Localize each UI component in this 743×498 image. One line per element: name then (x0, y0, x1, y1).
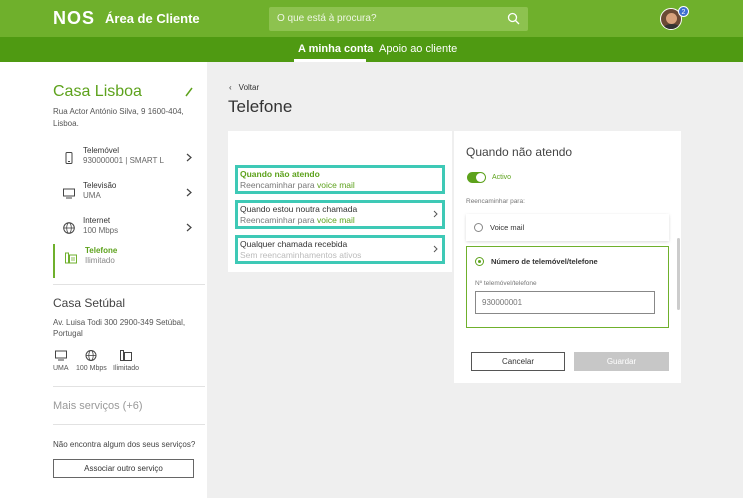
mini-service-label: 100 Mbps (76, 365, 107, 372)
service-detail: Ilimitado (85, 256, 115, 265)
edit-icon[interactable] (185, 87, 193, 97)
option-sub-link: voice mail (317, 215, 355, 225)
option-any-call[interactable]: Qualquer chamada recebida Sem reencaminh… (235, 235, 445, 264)
forwarding-options-panel: Quando não atendo Reencaminhar para voic… (228, 131, 452, 272)
cancel-button[interactable]: Cancelar (471, 352, 565, 371)
logo[interactable]: NOS Área de Cliente (53, 8, 200, 29)
mini-service-internet[interactable]: 100 Mbps (76, 350, 107, 372)
home-address: Rua Actor António Silva, 9 1600-404, Lis… (53, 107, 184, 128)
home-name: Casa Lisboa (53, 83, 142, 100)
divider (53, 424, 205, 425)
chevron-right-icon (433, 245, 438, 253)
mini-service-tv[interactable]: UMA (53, 350, 69, 372)
avatar-face (666, 13, 677, 24)
service-name: Telefone (85, 246, 118, 255)
radio-button[interactable] (474, 223, 483, 232)
option-title: Quando não atendo (240, 169, 320, 179)
option-sub-prefix: Reencaminhar para (240, 215, 318, 225)
toggle-label: Activo (492, 174, 512, 181)
top-bar: NOS Área de Cliente O que está à procura… (0, 0, 743, 37)
option-no-answer[interactable]: Quando não atendo Reencaminhar para voic… (235, 165, 445, 194)
option-sub-link: voice mail (317, 180, 355, 190)
avatar-body (663, 24, 681, 29)
not-found-text: Não encontra algum dos seus serviços? (53, 440, 196, 449)
search-placeholder: O que está à procura? (277, 13, 377, 24)
search-icon[interactable] (507, 12, 520, 25)
service-detail: 100 Mbps (83, 226, 119, 235)
divider (53, 386, 205, 387)
sidebar: Casa Lisboa Rua Actor António Silva, 9 1… (0, 62, 207, 498)
home2-address: Av. Luisa Todi 300 2900-349 Setúbal, Por… (53, 318, 186, 338)
chevron-right-icon (433, 210, 438, 218)
chevron-right-icon (186, 153, 192, 162)
radio-label: Número de telemóvel/telefone (491, 257, 598, 266)
active-tab-indicator (294, 59, 366, 62)
redirect-label: Reencaminhar para: (466, 198, 525, 205)
chevron-left-icon: ‹ (229, 83, 232, 92)
tab-support[interactable]: Apoio ao cliente (379, 43, 457, 55)
service-name: Telemóvel (83, 146, 120, 155)
globe-icon (85, 350, 97, 361)
service-landline[interactable]: Telefone Ilimitado (53, 244, 200, 278)
chevron-right-icon (186, 188, 192, 197)
service-tv[interactable]: Televisão UMA (53, 179, 200, 213)
mini-service-landline[interactable]: Ilimitado (113, 350, 139, 372)
chevron-right-icon (186, 223, 192, 232)
divider (53, 284, 205, 285)
radio-option-voicemail[interactable]: Voice mail (466, 214, 669, 241)
phone-number-input[interactable] (475, 291, 655, 314)
nos-logo: NOS (53, 8, 96, 28)
landline-icon (120, 350, 133, 361)
app-title: Área de Cliente (105, 11, 200, 26)
service-mobile[interactable]: Telemóvel 930000001 | SMART L (53, 144, 200, 178)
option-title: Quando estou noutra chamada (240, 204, 358, 214)
radio-button-selected[interactable] (475, 257, 484, 266)
service-name: Televisão (83, 181, 117, 190)
notification-badge[interactable]: 2 (678, 6, 689, 17)
tv-icon (54, 350, 67, 361)
option-busy[interactable]: Quando estou noutra chamada Reencaminhar… (235, 200, 445, 229)
option-subtitle: Reencaminhar para voice mail (240, 215, 355, 225)
landline-icon (65, 252, 77, 264)
tv-icon (63, 188, 75, 199)
page-title: Telefone (228, 97, 293, 116)
service-name: Internet (83, 216, 111, 225)
option-subtitle: Sem reencaminhamentos ativos (240, 250, 362, 260)
toggle-knob (476, 173, 485, 182)
search-input[interactable]: O que está à procura? (269, 7, 528, 31)
mini-service-label: Ilimitado (113, 365, 140, 372)
back-link[interactable]: ‹ Voltar (229, 83, 259, 92)
back-label: Voltar (238, 83, 260, 92)
home2-name[interactable]: Casa Setúbal (53, 296, 125, 310)
option-title: Qualquer chamada recebida (240, 239, 348, 249)
service-detail: 930000001 | SMART L (83, 156, 164, 165)
phone-icon (65, 152, 73, 164)
service-internet[interactable]: Internet 100 Mbps (53, 214, 200, 248)
detail-title: Quando não atendo (466, 145, 573, 159)
phone-field-label: Nº telemóvel/telefone (475, 280, 537, 287)
nav-bar: A minha conta Apoio ao cliente (0, 37, 743, 62)
tab-my-account[interactable]: A minha conta (298, 43, 373, 55)
globe-icon (63, 222, 75, 234)
detail-panel: Quando não atendo Activo Reencaminhar pa… (454, 131, 681, 383)
scrollbar[interactable] (677, 238, 680, 310)
more-services-link[interactable]: Mais serviços (+6) (53, 400, 143, 412)
radio-option-number[interactable]: Número de telemóvel/telefone Nº telemóve… (466, 246, 669, 328)
mini-service-label: UMA (53, 365, 69, 372)
service-detail: UMA (83, 191, 101, 200)
save-button[interactable]: Guardar (574, 352, 669, 371)
option-sub-prefix: Reencaminhar para (240, 180, 318, 190)
option-subtitle: Reencaminhar para voice mail (240, 180, 355, 190)
active-toggle[interactable] (467, 172, 486, 183)
radio-label: Voice mail (490, 223, 525, 232)
associate-service-button[interactable]: Associar outro serviço (53, 459, 194, 478)
